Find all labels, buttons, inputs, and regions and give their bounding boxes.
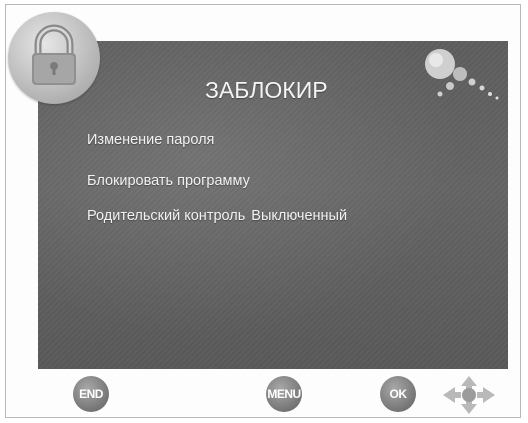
menu-button[interactable]: MENU xyxy=(266,376,302,412)
menu-item-change-password[interactable]: Изменение пароля xyxy=(87,132,214,148)
menu-item-label: Изменение пароля xyxy=(87,132,215,148)
end-button[interactable]: END xyxy=(73,376,109,412)
screen-title: ЗАБЛОКИР xyxy=(205,77,328,103)
menu-item-label: Родительский контроль xyxy=(87,208,246,224)
menu-item-label: Блокировать программу xyxy=(87,173,250,189)
bubbles-icon xyxy=(425,49,499,100)
ok-button[interactable]: OK xyxy=(380,376,416,412)
direction-pad-icon[interactable] xyxy=(441,374,497,416)
padlock-icon xyxy=(8,12,100,104)
menu-item-lock-program[interactable]: Блокировать программу xyxy=(87,173,250,189)
parental-control-value: Выключенный xyxy=(251,208,348,224)
menu-item-parental-control[interactable]: Родительский контроль Выключенный xyxy=(87,208,347,224)
